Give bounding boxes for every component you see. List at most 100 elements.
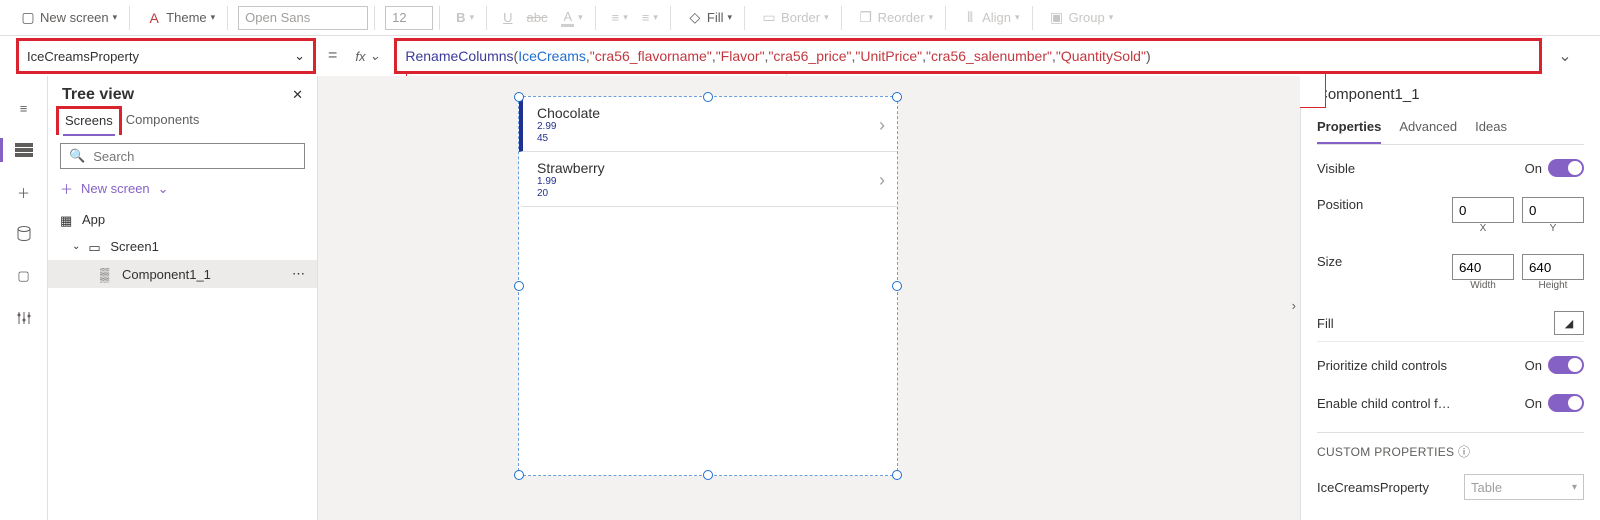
rail-data[interactable] [14,224,34,244]
tab-components[interactable]: Components [122,106,204,135]
price-label: 1.99 [537,176,605,188]
rail-media[interactable]: ▢ [14,266,34,286]
border-icon: ▭ [761,10,777,26]
tab-advanced[interactable]: Advanced [1399,115,1457,144]
group-icon: ▣ [1049,10,1065,26]
bold-button[interactable]: B▾ [450,7,480,28]
resize-handle[interactable] [514,92,524,102]
chevron-down-icon: ⌄ [158,181,169,197]
resize-handle[interactable] [892,281,902,291]
custom-properties-header: CUSTOM PROPERTIES ⓘ [1317,432,1584,460]
chevron-down-icon: ⌄ [294,48,305,64]
group-button[interactable]: ▣ Group▾ [1043,7,1120,29]
screen-icon: ▢ [20,10,36,26]
rail-hamburger[interactable]: ≡ [14,98,34,118]
tab-properties[interactable]: Properties [1317,115,1381,144]
prop-size-label: Size [1317,254,1342,269]
canvas-chevron-right[interactable]: › [1292,298,1296,313]
selected-name: Component1_1 [1317,86,1584,103]
width-input[interactable] [1452,254,1514,280]
fill-icon: ◇ [687,10,703,26]
fx-button[interactable]: fx⌄ [349,48,386,64]
font-size-input[interactable] [385,6,433,30]
tree-item-app[interactable]: ▦ App [48,206,317,233]
price-label: 2.99 [537,121,600,133]
underline-button[interactable]: U [497,7,518,28]
left-rail: ≡ ＋ ▢ [0,76,48,520]
position-y-input[interactable] [1522,197,1584,223]
fill-button[interactable]: ◇ Fill▾ [681,7,738,29]
text-align-button[interactable]: ≡▾ [606,7,634,28]
font-family-input[interactable] [238,6,368,30]
border-button[interactable]: ▭ Border▾ [755,7,835,29]
align-icon: ⫴ [962,10,978,26]
equals-sign: = [324,47,341,65]
tab-ideas[interactable]: Ideas [1475,115,1507,144]
prop-enable-label: Enable child control f… [1317,396,1451,411]
theme-button[interactable]: A Theme▾ [140,7,221,29]
tree-item-screen1[interactable]: ⌄ ▭ Screen1 [48,233,317,260]
prop-fill-label: Fill [1317,316,1334,331]
resize-handle[interactable] [514,281,524,291]
tree-search[interactable]: 🔍 [60,143,305,169]
list-item[interactable]: Strawberry 1.99 20 › [519,152,897,207]
prop-position-label: Position [1317,197,1363,212]
flavor-label: Chocolate [537,105,600,121]
tree-view-title: Tree view [62,86,134,104]
resize-handle[interactable] [892,470,902,480]
resize-handle[interactable] [892,92,902,102]
prop-prioritize-label: Prioritize child controls [1317,358,1447,373]
info-icon[interactable]: ⓘ [1458,445,1470,459]
custom-prop-name: IceCreamsProperty [1317,480,1429,495]
more-icon[interactable]: ⋯ [292,266,305,282]
property-dropdown[interactable]: IceCreamsProperty ⌄ [16,38,316,74]
rail-insert[interactable]: ＋ [14,182,34,202]
new-screen-button[interactable]: ▢ New screen▾ [14,7,123,29]
resize-handle[interactable] [703,470,713,480]
list-item[interactable]: Chocolate 2.99 45 › [519,97,897,152]
flavor-label: Strawberry [537,160,605,176]
selected-component[interactable]: Chocolate 2.99 45 › Strawberry 1.99 20 › [518,96,898,476]
resize-handle[interactable] [514,470,524,480]
tab-screens[interactable]: Screens [56,106,122,135]
qty-label: 45 [537,133,600,145]
expand-formula-button[interactable]: ⌄ [1550,46,1580,66]
search-icon: 🔍 [69,148,85,164]
tree-view-panel: Tree view ✕ Screens Components 🔍 ＋ New s… [48,76,318,520]
chevron-down-icon: ⌄ [72,241,80,252]
prioritize-toggle[interactable]: On [1525,356,1584,374]
tree-item-component[interactable]: ▒ Component1_1 ⋯ [48,260,317,288]
align-button[interactable]: ⫴ Align▾ [956,7,1025,29]
strike-button[interactable]: abc [520,7,553,28]
height-input[interactable] [1522,254,1584,280]
theme-icon: A [146,10,162,26]
close-icon[interactable]: ✕ [292,87,303,103]
resize-handle[interactable] [703,92,713,102]
formula-bar-row: IceCreamsProperty ⌄ = fx⌄ RenameColumns(… [0,36,1600,76]
reorder-button[interactable]: ❐ Reorder▾ [852,7,940,29]
top-toolbar: ▢ New screen▾ A Theme▾ B▾ U abc A▾ ≡▾ ≡▾… [0,0,1600,36]
chevron-right-icon: › [879,115,885,136]
fill-swatch[interactable]: ◢ [1554,311,1584,335]
font-color-button[interactable]: A▾ [555,6,588,30]
vertical-align-button[interactable]: ≡▾ [636,7,664,28]
chevron-down-icon: ▾ [113,12,118,23]
component-icon: ▒ [100,267,114,281]
qty-label: 20 [537,188,605,200]
chevron-right-icon: › [879,170,885,191]
formula-input[interactable]: RenameColumns(IceCreams,"cra56_flavornam… [394,38,1542,74]
new-screen-link[interactable]: ＋ New screen ⌄ [60,179,305,198]
reorder-icon: ❐ [858,10,874,26]
position-x-input[interactable] [1452,197,1514,223]
properties-panel: Component1_1 Properties Advanced Ideas V… [1300,76,1600,520]
plus-icon: ＋ [60,179,73,198]
custom-prop-type[interactable]: Table▾ [1464,474,1584,500]
rail-settings[interactable] [14,308,34,328]
screen-icon: ▭ [88,240,102,254]
search-input[interactable] [93,149,296,164]
visible-toggle[interactable]: On [1525,159,1584,177]
enable-toggle[interactable]: On [1525,394,1584,412]
rail-tree-view[interactable] [14,140,34,160]
canvas[interactable]: Chocolate 2.99 45 › Strawberry 1.99 20 ›… [318,76,1300,520]
app-icon: ▦ [60,213,74,227]
